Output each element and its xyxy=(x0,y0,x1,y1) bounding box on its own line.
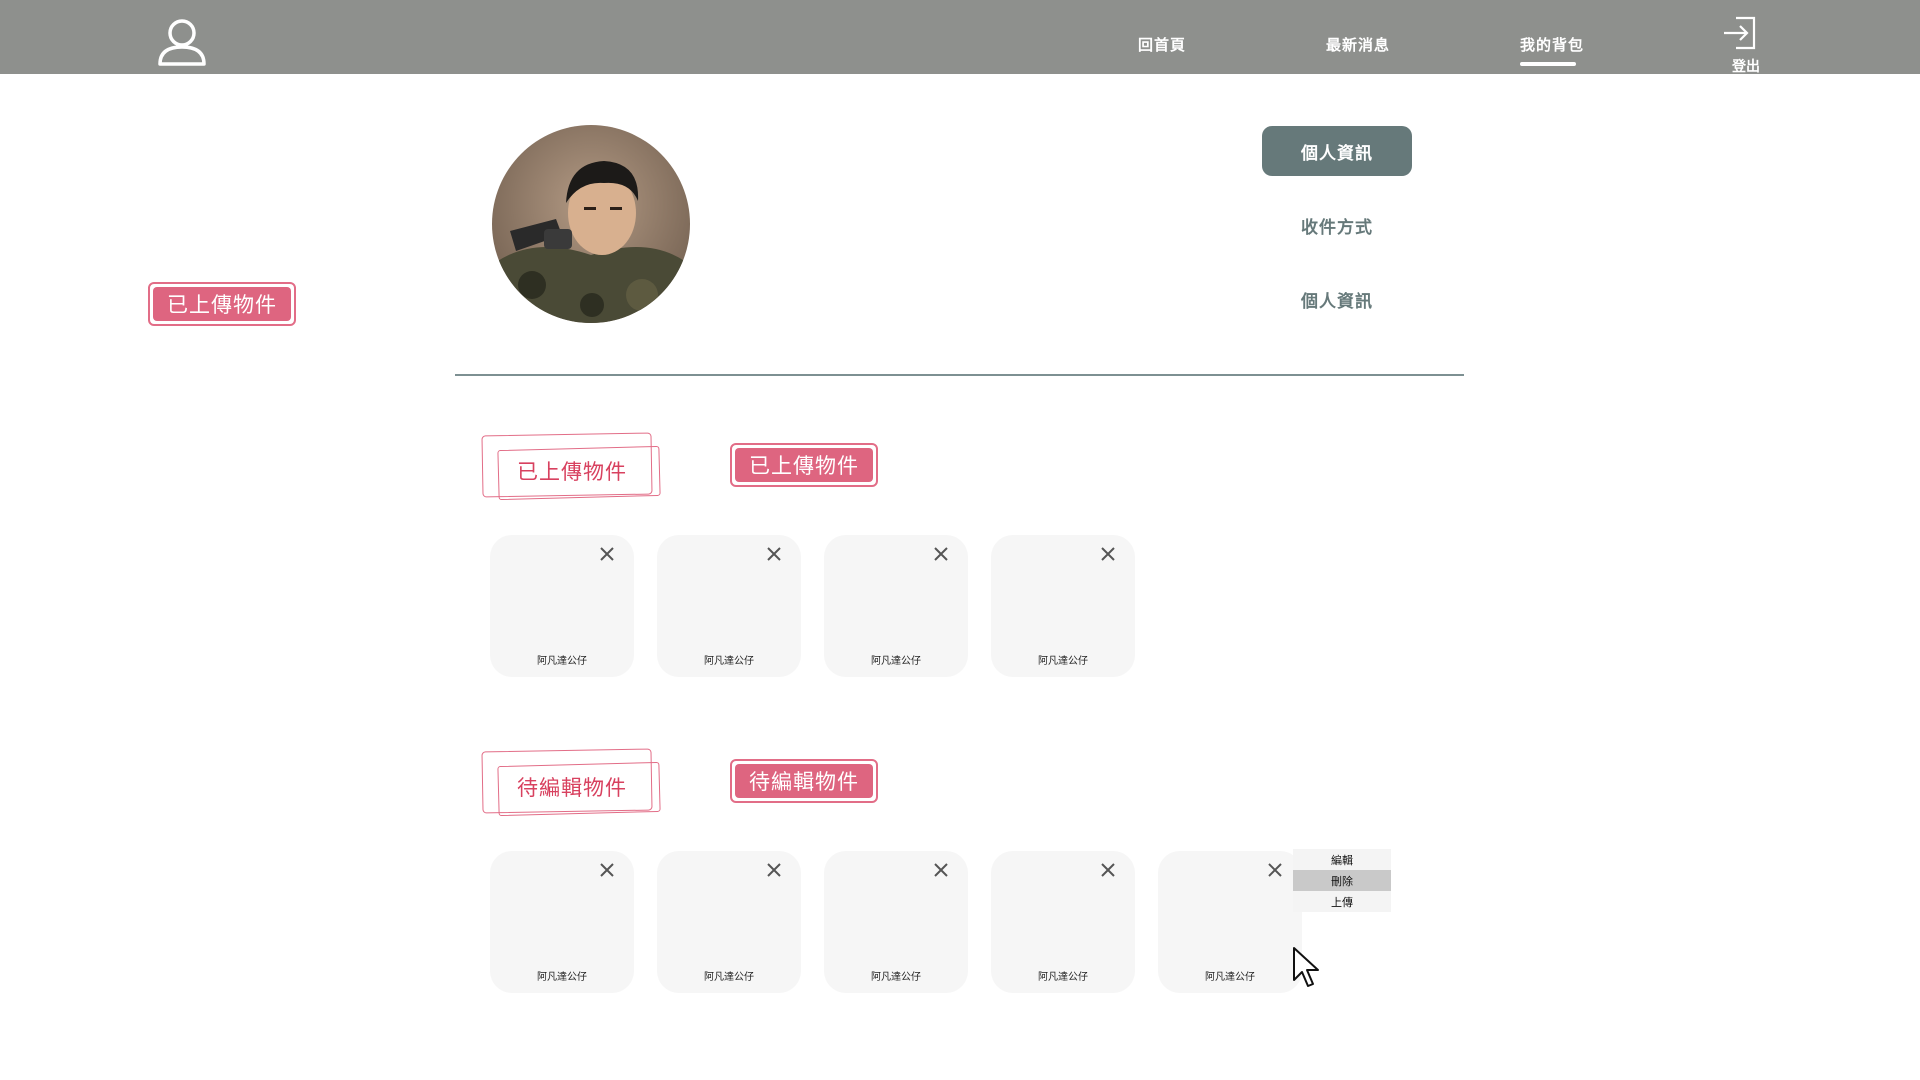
close-icon[interactable] xyxy=(1266,861,1284,879)
logout-icon[interactable] xyxy=(1722,15,1758,51)
card-title: 阿凡達公仔 xyxy=(537,972,587,983)
pending-outline-tag[interactable]: 待編輯物件 xyxy=(481,748,662,820)
user-icon[interactable] xyxy=(156,16,208,68)
close-icon[interactable] xyxy=(932,545,950,563)
card-title: 阿凡達公仔 xyxy=(1205,972,1255,983)
avatar[interactable] xyxy=(492,125,690,323)
avatar-image xyxy=(492,125,690,323)
card-title: 阿凡達公仔 xyxy=(704,972,754,983)
side-menu-personal-info[interactable]: 個人資訊 xyxy=(1262,126,1412,176)
pending-card[interactable]: 阿凡達公仔 xyxy=(1158,851,1302,993)
nav-my-backpack[interactable]: 我的背包 xyxy=(1520,34,1584,55)
top-navigation-bar: 回首頁 最新消息 我的背包 登出 xyxy=(0,0,1920,76)
side-menu-delivery-method[interactable]: 收件方式 xyxy=(1262,200,1412,250)
pending-outline-tag-label: 待編輯物件 xyxy=(517,776,627,800)
uploaded-filled-tag[interactable]: 已上傳物件 xyxy=(730,443,878,487)
card-title: 阿凡達公仔 xyxy=(871,656,921,667)
pending-card[interactable]: 阿凡達公仔 xyxy=(991,851,1135,993)
uploaded-outline-tag[interactable]: 已上傳物件 xyxy=(481,432,662,504)
close-icon[interactable] xyxy=(932,861,950,879)
uploaded-card[interactable]: 阿凡達公仔 xyxy=(824,535,968,677)
card-title: 阿凡達公仔 xyxy=(1038,656,1088,667)
pending-filled-tag-label: 待編輯物件 xyxy=(735,764,873,798)
uploaded-outline-tag-label: 已上傳物件 xyxy=(517,460,627,484)
card-title: 阿凡達公仔 xyxy=(704,656,754,667)
pending-card[interactable]: 阿凡達公仔 xyxy=(490,851,634,993)
close-icon[interactable] xyxy=(1099,545,1117,563)
card-title: 阿凡達公仔 xyxy=(1038,972,1088,983)
left-uploaded-tag[interactable]: 已上傳物件 xyxy=(148,282,296,326)
close-icon[interactable] xyxy=(598,545,616,563)
pending-filled-tag[interactable]: 待編輯物件 xyxy=(730,759,878,803)
pending-card[interactable]: 阿凡達公仔 xyxy=(657,851,801,993)
side-menu-personal-info-2[interactable]: 個人資訊 xyxy=(1262,274,1412,324)
close-icon[interactable] xyxy=(765,861,783,879)
page: 回首頁 最新消息 我的背包 登出 已上傳物件 個人資訊 收件方式 個人資訊 已上… xyxy=(0,0,1920,1080)
card-context-menu: 編輯 刪除 上傳 xyxy=(1293,849,1391,912)
nav-active-indicator xyxy=(1520,62,1576,66)
uploaded-filled-tag-label: 已上傳物件 xyxy=(735,448,873,482)
close-icon[interactable] xyxy=(1099,861,1117,879)
card-title: 阿凡達公仔 xyxy=(871,972,921,983)
section-divider xyxy=(455,374,1464,376)
close-icon[interactable] xyxy=(765,545,783,563)
context-menu-upload[interactable]: 上傳 xyxy=(1293,891,1391,912)
card-title: 阿凡達公仔 xyxy=(537,656,587,667)
nav-home[interactable]: 回首頁 xyxy=(1138,34,1186,55)
nav-news[interactable]: 最新消息 xyxy=(1326,34,1390,55)
mouse-cursor-icon xyxy=(1293,947,1319,987)
uploaded-card[interactable]: 阿凡達公仔 xyxy=(490,535,634,677)
logout-label[interactable]: 登出 xyxy=(1732,56,1760,76)
uploaded-card[interactable]: 阿凡達公仔 xyxy=(657,535,801,677)
context-menu-delete[interactable]: 刪除 xyxy=(1293,870,1391,891)
uploaded-card[interactable]: 阿凡達公仔 xyxy=(991,535,1135,677)
context-menu-edit[interactable]: 編輯 xyxy=(1293,849,1391,870)
left-uploaded-tag-label: 已上傳物件 xyxy=(153,287,291,321)
pending-card[interactable]: 阿凡達公仔 xyxy=(824,851,968,993)
close-icon[interactable] xyxy=(598,861,616,879)
